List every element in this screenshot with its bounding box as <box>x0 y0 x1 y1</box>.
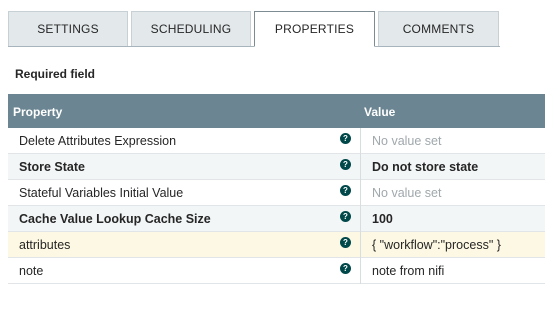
column-divider <box>360 206 361 232</box>
property-name: Cache Value Lookup Cache Size <box>19 212 211 226</box>
tab-scheduling[interactable]: SCHEDULING <box>131 11 251 46</box>
table-row[interactable]: Stateful Variables Initial Value ? No va… <box>8 180 545 206</box>
help-icon[interactable]: ? <box>340 263 351 274</box>
table-row[interactable]: Store State ? Do not store state <box>8 154 545 180</box>
column-divider <box>360 258 361 284</box>
column-divider <box>360 180 361 206</box>
tab-comments[interactable]: COMMENTS <box>378 11 499 46</box>
grid-header: Property Value <box>8 94 545 128</box>
column-header-value[interactable]: Value <box>364 105 395 119</box>
property-name: Stateful Variables Initial Value <box>19 186 184 200</box>
property-name: Store State <box>19 160 85 174</box>
table-row[interactable]: Delete Attributes Expression ? No value … <box>8 128 545 154</box>
help-icon[interactable]: ? <box>340 211 351 222</box>
tab-settings[interactable]: SETTINGS <box>8 11 128 46</box>
column-divider <box>360 128 361 154</box>
property-value[interactable]: No value set <box>372 186 441 200</box>
column-header-property[interactable]: Property <box>13 105 62 119</box>
help-icon[interactable]: ? <box>340 185 351 196</box>
property-name: Delete Attributes Expression <box>19 134 177 148</box>
help-icon[interactable]: ? <box>340 133 351 144</box>
properties-grid: Property Value Delete Attributes Express… <box>8 94 545 284</box>
column-divider <box>360 154 361 180</box>
property-value[interactable]: note from nifi <box>372 264 444 278</box>
table-row[interactable]: Cache Value Lookup Cache Size ? 100 <box>8 206 545 232</box>
required-field-note: Required field <box>15 67 96 81</box>
table-row[interactable]: attributes ? { "workflow":"process" } <box>8 232 545 258</box>
tab-bar: SETTINGS SCHEDULING PROPERTIES COMMENTS <box>8 11 500 47</box>
help-icon[interactable]: ? <box>340 237 351 248</box>
help-icon[interactable]: ? <box>340 159 351 170</box>
property-value[interactable]: Do not store state <box>372 160 478 174</box>
property-value[interactable]: 100 <box>372 212 393 226</box>
property-value[interactable]: { "workflow":"process" } <box>372 238 501 252</box>
table-row[interactable]: note ? note from nifi <box>8 258 545 284</box>
property-name: note <box>19 264 44 278</box>
column-divider <box>360 232 361 258</box>
tab-properties[interactable]: PROPERTIES <box>254 11 375 47</box>
property-name: attributes <box>19 238 71 252</box>
property-value[interactable]: No value set <box>372 134 441 148</box>
